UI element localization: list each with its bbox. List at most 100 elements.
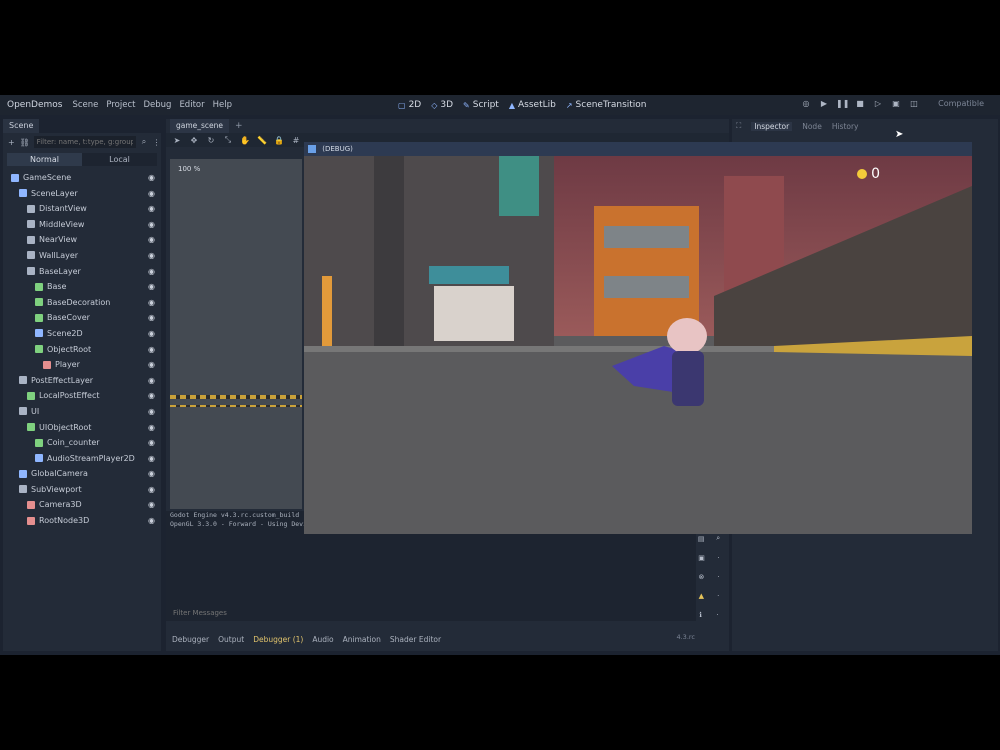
tab-history[interactable]: History [832,122,859,131]
scene-tree-node[interactable]: DistantView ◉ [3,201,161,217]
play-custom-icon[interactable]: ▣ [890,98,902,110]
visibility-icon[interactable]: ◉ [148,326,155,342]
scene-tree-node[interactable]: Camera3D ◉ [3,497,161,513]
remote-debug-icon[interactable]: ◎ [800,98,812,110]
stop-icon[interactable]: ■ [854,98,866,110]
visibility-icon[interactable]: ◉ [148,232,155,248]
scene-filter-input[interactable] [33,136,136,148]
scene-tree-node[interactable]: UIObjectRoot ◉ [3,420,161,436]
visibility-icon[interactable]: ◉ [148,248,155,264]
workspace-2d-button[interactable]: ▢ 2D [398,100,421,110]
movie-icon[interactable]: ◫ [908,98,920,110]
scene-tree-node[interactable]: BaseDecoration ◉ [3,295,161,311]
menu-scene[interactable]: Scene [72,100,98,110]
visibility-icon[interactable]: ◉ [148,435,155,451]
distraction-free-icon[interactable]: ⛶ [736,121,741,131]
menu-editor[interactable]: Editor [179,100,204,110]
scene-tree-node[interactable]: Player ◉ [3,357,161,373]
visibility-icon[interactable]: ◉ [148,295,155,311]
tab-game-scene[interactable]: game_scene [170,119,230,133]
scene-tree-node[interactable]: BaseCover ◉ [3,310,161,326]
play-scene-icon[interactable]: ▷ [872,98,884,110]
visibility-icon[interactable]: ◉ [148,482,155,498]
scene-tree-node[interactable]: MiddleView ◉ [3,217,161,233]
visibility-icon[interactable]: ◉ [148,420,155,436]
menu-debug[interactable]: Debug [143,100,171,110]
scene-tree-node[interactable]: PostEffectLayer ◉ [3,373,161,389]
renderer-select[interactable]: Compatible [938,99,984,108]
scene-tree-node[interactable]: AudioStreamPlayer2D ◉ [3,451,161,467]
visibility-icon[interactable]: ◉ [148,342,155,358]
visibility-icon[interactable]: ◉ [148,388,155,404]
search-icon[interactable]: ⌕ [140,137,149,147]
visibility-icon[interactable]: ◉ [148,186,155,202]
workspace-3d-button[interactable]: ◇ 3D [431,100,453,110]
visibility-icon[interactable]: ◉ [148,451,155,467]
add-tab-icon[interactable]: + [235,121,243,131]
link-icon[interactable]: ⛓ [20,138,30,147]
scene-tree-node[interactable]: SubViewport ◉ [3,482,161,498]
game-window-titlebar[interactable]: (DEBUG) [304,142,972,156]
pan-tool-icon[interactable]: ✋ [240,136,250,145]
select-tool-icon[interactable]: ➤ [172,136,182,145]
tab-shader-editor[interactable]: Shader Editor [390,635,441,644]
tab-normal[interactable]: Normal [7,153,82,166]
menu-help[interactable]: Help [213,100,232,110]
canvas-viewport[interactable]: 100 % [170,159,302,509]
tab-output[interactable]: Output [218,635,244,644]
visibility-icon[interactable]: ◉ [148,373,155,389]
game-window[interactable]: (DEBUG) 0 [304,142,972,534]
visibility-icon[interactable]: ◉ [148,310,155,326]
scene-tree-node[interactable]: Base ◉ [3,279,161,295]
tab-animation[interactable]: Animation [343,635,381,644]
ruler-tool-icon[interactable]: 📏 [257,136,267,145]
visibility-icon[interactable]: ◉ [148,201,155,217]
message-filter-button[interactable]: ℹ · [692,605,726,624]
scene-tree-node[interactable]: BaseLayer ◉ [3,264,161,280]
menu-project[interactable]: Project [106,100,135,110]
more-icon[interactable]: ⋮ [152,138,161,147]
warning-filter-button[interactable]: ▲ · [692,586,726,605]
visibility-icon[interactable]: ◉ [148,279,155,295]
tab-node[interactable]: Node [802,122,822,131]
visibility-icon[interactable]: ◉ [148,497,155,513]
lock-icon[interactable]: 🔒 [274,136,284,145]
tab-audio[interactable]: Audio [312,635,333,644]
add-node-icon[interactable]: + [7,138,16,147]
visibility-icon[interactable]: ◉ [148,466,155,482]
workspace-script-button[interactable]: ✎ Script [463,100,499,110]
scene-tree-node[interactable]: WallLayer ◉ [3,248,161,264]
visibility-icon[interactable]: ◉ [148,513,155,529]
zoom-label[interactable]: 100 % [178,165,200,173]
tab-debugger[interactable]: Debugger [172,635,209,644]
scene-tree-node[interactable]: NearView ◉ [3,232,161,248]
visibility-icon[interactable]: ◉ [148,357,155,373]
scene-tree-node[interactable]: Scene2D ◉ [3,326,161,342]
tab-debugger-1[interactable]: Debugger (1) [253,635,303,644]
visibility-icon[interactable]: ◉ [148,404,155,420]
scene-tree-node[interactable]: RootNode3D ◉ [3,513,161,529]
workspace-assetlib-button[interactable]: ▲ AssetLib [509,100,556,110]
tab-inspector[interactable]: Inspector [751,121,793,131]
tab-scene[interactable]: Scene [3,119,40,133]
scene-tree-node[interactable]: UI ◉ [3,404,161,420]
filter-messages-input[interactable] [170,607,686,619]
error-filter-button[interactable]: ⊗ · [692,567,726,586]
scene-tree-node[interactable]: LocalPostEffect ◉ [3,388,161,404]
play-icon[interactable]: ▶ [818,98,830,110]
grid-icon[interactable]: # [291,136,301,145]
visibility-icon[interactable]: ◉ [148,170,155,186]
workspace-scene-transition-button[interactable]: ↗ SceneTransition [566,100,647,110]
rotate-tool-icon[interactable]: ↻ [206,136,216,145]
scene-tree-node[interactable]: ObjectRoot ◉ [3,342,161,358]
scene-tree-node[interactable]: GameScene ◉ [3,170,161,186]
scene-tree-node[interactable]: Coin_counter ◉ [3,435,161,451]
scene-tree-node[interactable]: GlobalCamera ◉ [3,466,161,482]
copy-output-button[interactable]: ▣ · [692,548,726,567]
scene-tree-node[interactable]: SceneLayer ◉ [3,186,161,202]
tab-local[interactable]: Local [82,153,157,166]
visibility-icon[interactable]: ◉ [148,264,155,280]
visibility-icon[interactable]: ◉ [148,217,155,233]
game-scene-view[interactable] [304,156,972,534]
move-tool-icon[interactable]: ✥ [189,136,199,145]
